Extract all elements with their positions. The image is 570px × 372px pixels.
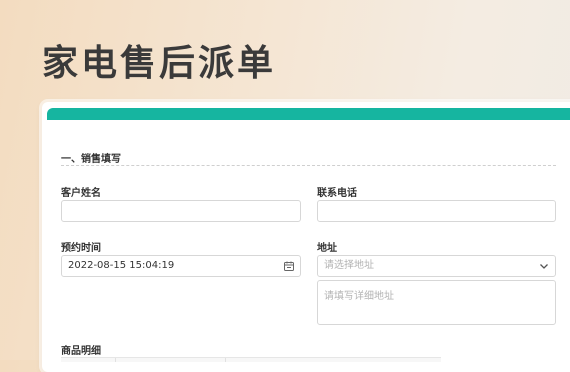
customer-name-input[interactable] <box>61 200 301 222</box>
address-label: 地址 <box>317 243 337 254</box>
section-divider <box>61 165 556 166</box>
address-detail-placeholder: 请填写详细地址 <box>324 291 394 302</box>
appointment-datetime-input[interactable]: 2022-08-15 15:04:19 <box>61 255 301 277</box>
address-select[interactable]: 请选择地址 <box>317 255 556 277</box>
chevron-down-icon[interactable] <box>538 260 550 272</box>
address-select-placeholder: 请选择地址 <box>324 260 374 271</box>
address-detail-textarea[interactable]: 请填写详细地址 <box>317 280 556 325</box>
phone-label: 联系电话 <box>317 188 357 199</box>
appointment-label: 预约时间 <box>61 243 101 254</box>
card-accent-bar <box>47 108 570 120</box>
appointment-value: 2022-08-15 15:04:19 <box>68 260 175 271</box>
goods-detail-label: 商品明细 <box>61 346 101 357</box>
phone-input[interactable] <box>317 200 556 222</box>
section-title: 一、销售填写 <box>61 154 121 165</box>
form-card: 一、销售填写 客户姓名 联系电话 预约时间 2022-08-15 15:04:1… <box>42 102 570 372</box>
page-title: 家电售后派单 <box>42 43 277 84</box>
calendar-icon[interactable] <box>283 260 295 272</box>
customer-name-label: 客户姓名 <box>61 188 101 199</box>
